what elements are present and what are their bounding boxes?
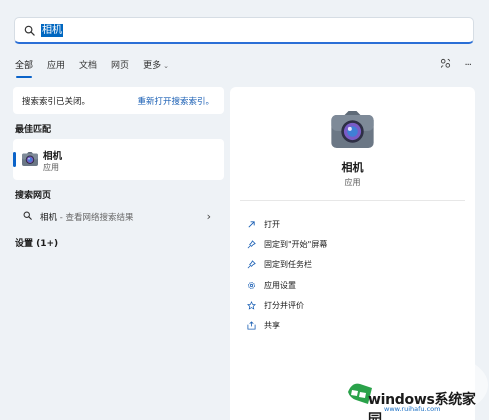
settings-heading[interactable]: 设置 (1+) — [15, 236, 58, 249]
best-match-item[interactable]: 相机 应用 — [13, 139, 224, 180]
divider — [240, 200, 465, 201]
action-open[interactable]: 打开 — [246, 214, 327, 234]
action-pin-taskbar[interactable]: 固定到任务栏 — [246, 255, 327, 275]
chevron-right-icon: › — [206, 210, 211, 223]
more-options-button[interactable]: ··· — [464, 60, 471, 71]
top-right-actions: ··· — [440, 58, 472, 72]
action-share-label: 共享 — [264, 321, 280, 331]
tab-web[interactable]: 网页 — [111, 60, 129, 72]
filter-tabs: 全部 应用 文档 网页 更多 ⌄ — [15, 59, 183, 78]
search-input[interactable]: 相机 — [41, 23, 63, 37]
web-search-item[interactable]: 相机 - 查看网络搜索结果 › — [13, 207, 224, 227]
pin-icon — [246, 260, 256, 270]
best-match-name: 相机 — [43, 151, 63, 162]
best-match-type: 应用 — [43, 163, 59, 172]
tab-apps[interactable]: 应用 — [47, 60, 65, 72]
share-icon — [246, 321, 256, 331]
web-search-suffix: - 查看网络搜索结果 — [57, 213, 134, 223]
preview-panel: 相机 应用 打开 固定到"开始"屏幕 固定到任务栏 应用设置 打分并评价 共享 — [230, 87, 475, 420]
web-search-heading: 搜索网页 — [15, 191, 52, 201]
preview-app-name: 相机 — [341, 161, 364, 174]
tab-more[interactable]: 更多 ⌄ — [143, 60, 169, 72]
open-icon — [246, 219, 256, 229]
chevron-down-icon: ⌄ — [163, 62, 169, 70]
selection-indicator — [13, 152, 16, 167]
action-share[interactable]: 共享 — [246, 315, 327, 335]
action-rate-review[interactable]: 打分并评价 — [246, 295, 327, 315]
index-notice-text: 搜索索引已关闭。 — [22, 96, 91, 107]
search-icon — [23, 211, 32, 223]
action-pin-taskbar-label: 固定到任务栏 — [264, 260, 312, 270]
camera-app-icon — [22, 152, 38, 169]
action-pin-start-label: 固定到"开始"屏幕 — [264, 239, 328, 249]
preview-actions: 打开 固定到"开始"屏幕 固定到任务栏 应用设置 打分并评价 共享 — [246, 214, 327, 336]
pin-icon — [246, 239, 256, 249]
tab-all[interactable]: 全部 — [15, 60, 33, 78]
reenable-index-link[interactable]: 重新打开搜索索引。 — [137, 95, 214, 107]
web-search-query: 相机 — [40, 213, 58, 223]
preview-app-type: 应用 — [344, 178, 361, 187]
star-icon — [246, 300, 256, 310]
tab-more-label: 更多 — [143, 61, 162, 71]
best-match-heading: 最佳匹配 — [15, 125, 52, 135]
share-icon[interactable] — [440, 58, 451, 72]
action-open-label: 打开 — [264, 219, 280, 229]
search-icon — [24, 25, 35, 36]
search-box[interactable]: 相机 — [14, 17, 474, 44]
index-notice: 搜索索引已关闭。 重新打开搜索索引。 — [13, 87, 224, 114]
web-search-text: 相机 - 查看网络搜索结果 — [40, 211, 134, 223]
gear-icon — [246, 280, 256, 290]
action-rate-review-label: 打分并评价 — [264, 300, 304, 310]
watermark-url: www.ruihafu.com — [384, 405, 441, 413]
tab-documents[interactable]: 文档 — [79, 60, 97, 72]
camera-app-large-icon — [331, 111, 374, 151]
action-app-settings-label: 应用设置 — [264, 280, 296, 290]
action-pin-start[interactable]: 固定到"开始"屏幕 — [246, 234, 327, 254]
action-app-settings[interactable]: 应用设置 — [246, 275, 327, 295]
